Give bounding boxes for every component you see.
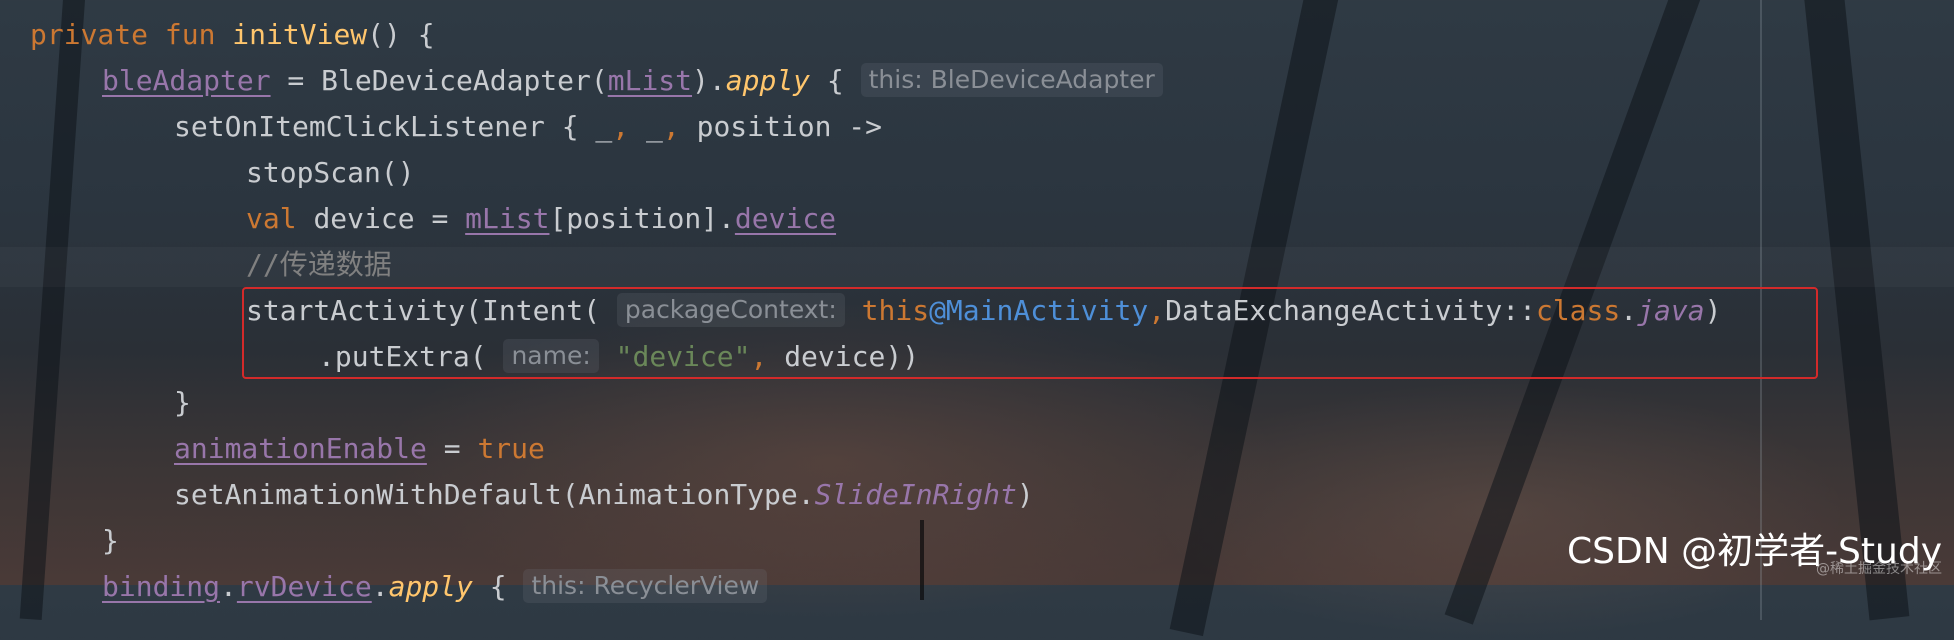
code-token: _: [629, 110, 663, 143]
code-token: bleAdapter: [102, 64, 271, 97]
red-highlight-box: [242, 287, 1818, 379]
code-token: setOnItemClickListener { _: [174, 110, 613, 143]
code-token: device: [734, 202, 837, 235]
code-token: ).: [692, 64, 726, 97]
juejin-watermark: @稀土掘金技术社区: [1816, 561, 1942, 577]
code-token: apply: [725, 64, 811, 97]
code-line[interactable]: }: [102, 518, 119, 564]
code-line[interactable]: setOnItemClickListener { _, _, position …: [174, 104, 882, 150]
code-line[interactable]: animationEnable = true: [174, 426, 545, 472]
code-token: }: [174, 386, 191, 419]
code-token: private: [30, 18, 165, 51]
code-token: mList: [607, 64, 693, 97]
code-token: ,: [662, 110, 680, 143]
inlay-hint: this: BleDeviceAdapter: [860, 63, 1163, 97]
code-token: val: [246, 202, 314, 235]
code-line[interactable]: setAnimationWithDefault(AnimationType.Sl…: [174, 472, 1034, 518]
code-token: .: [371, 570, 389, 603]
code-token: ,: [612, 110, 630, 143]
code-token: () {: [367, 18, 435, 51]
code-token: stopScan(): [246, 156, 415, 189]
code-token: animationEnable: [174, 432, 427, 465]
code-token: [position].: [549, 202, 735, 235]
inlay-hint: this: RecyclerView: [523, 569, 768, 603]
code-token: initView: [232, 18, 368, 51]
code-token: rvDevice: [236, 570, 372, 603]
code-line[interactable]: val device = mList[position].device: [246, 196, 836, 242]
code-token: device =: [313, 202, 466, 235]
code-token: = BleDeviceAdapter(: [270, 64, 608, 97]
code-line[interactable]: //传递数据: [246, 242, 392, 288]
code-line[interactable]: stopScan(): [246, 150, 415, 196]
code-line[interactable]: private fun initView() {: [30, 12, 435, 58]
code-token: ): [1016, 478, 1034, 511]
code-token: setAnimationWithDefault(AnimationType.: [174, 478, 815, 511]
code-token: true: [477, 432, 545, 465]
code-line[interactable]: }: [174, 380, 191, 426]
code-token: }: [102, 524, 119, 557]
code-token: mList: [465, 202, 550, 235]
code-line[interactable]: bleAdapter = BleDeviceAdapter(mList).app…: [102, 58, 1163, 104]
code-token: position ->: [679, 110, 883, 143]
code-token: binding: [102, 570, 221, 603]
code-token: apply: [388, 570, 473, 603]
code-token: //传递数据: [246, 248, 392, 281]
code-token: SlideInRight: [814, 478, 1017, 511]
code-token: {: [472, 570, 524, 603]
code-token: fun: [164, 18, 233, 51]
code-token: {: [810, 64, 861, 97]
code-token: .: [220, 570, 237, 603]
code-line[interactable]: binding.rvDevice.apply { this: RecyclerV…: [102, 564, 768, 610]
code-token: =: [426, 432, 478, 465]
